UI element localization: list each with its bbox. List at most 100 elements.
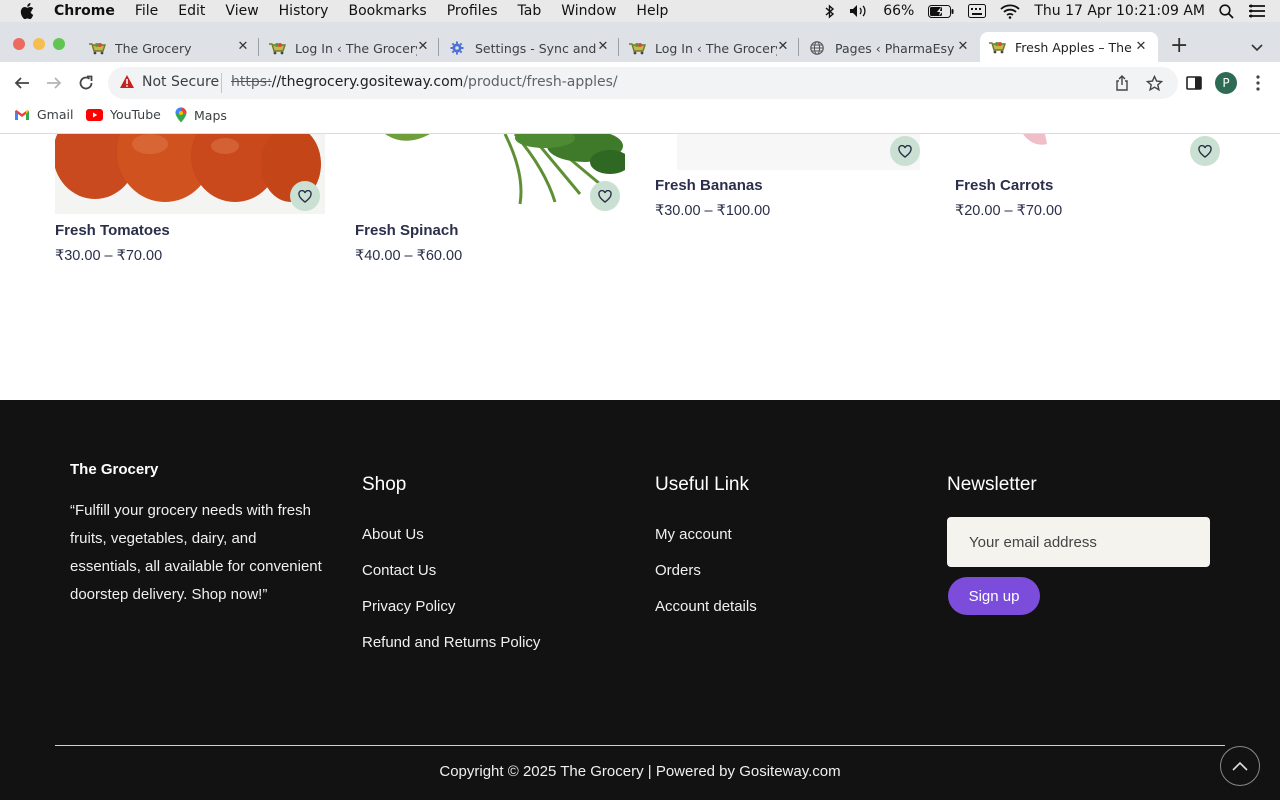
footer-divider (55, 745, 1225, 746)
menu-bar-status-area: 66% Thu 17 Apr 10:21:09 AM (825, 0, 1280, 22)
menu-view[interactable]: View (225, 3, 258, 19)
tab-search-chevron-down-icon[interactable] (1250, 38, 1264, 57)
bookmark-star-icon[interactable] (1144, 73, 1164, 93)
newsletter-signup-button[interactable]: Sign up (948, 577, 1040, 615)
footer-link-account-details[interactable]: Account details (655, 598, 757, 615)
profile-avatar[interactable]: P (1215, 72, 1237, 94)
side-panel-icon[interactable] (1184, 73, 1204, 93)
newsletter-email-input[interactable] (947, 517, 1210, 567)
close-tab-icon[interactable]: ✕ (1134, 40, 1148, 54)
footer-newsletter-heading: Newsletter (947, 474, 1037, 495)
scroll-to-top-button[interactable] (1220, 746, 1260, 786)
product-name[interactable]: Fresh Tomatoes (55, 222, 170, 239)
window-close-button[interactable] (13, 38, 25, 50)
footer-shop-heading: Shop (362, 474, 407, 495)
more-vertical-icon[interactable] (1248, 73, 1268, 93)
close-tab-icon[interactable]: ✕ (956, 40, 970, 54)
product-image-carrots[interactable] (955, 134, 1220, 170)
footer-link-privacy-policy[interactable]: Privacy Policy (362, 598, 455, 615)
not-secure-label[interactable]: Not Secure (142, 74, 219, 90)
menu-profiles[interactable]: Profiles (447, 3, 498, 19)
share-icon[interactable] (1112, 73, 1132, 93)
bookmark-gmail[interactable]: Gmail (14, 107, 73, 122)
footer-brand[interactable]: The Grocery (70, 461, 158, 478)
control-center-icon[interactable] (1248, 4, 1266, 18)
product-name[interactable]: Fresh Spinach (355, 222, 458, 239)
menu-file[interactable]: File (135, 3, 158, 19)
close-tab-icon[interactable]: ✕ (236, 40, 250, 54)
chevron-up-icon (1232, 761, 1248, 771)
footer-link-orders[interactable]: Orders (655, 562, 701, 579)
macos-menu-bar: Chrome File Edit View History Bookmarks … (0, 0, 1280, 22)
footer-link-contact-us[interactable]: Contact Us (362, 562, 436, 579)
menu-window[interactable]: Window (561, 3, 616, 19)
heart-icon (598, 189, 612, 203)
wifi-icon[interactable] (1000, 4, 1020, 19)
footer-link-about-us[interactable]: About Us (362, 526, 424, 543)
product-image-bananas[interactable] (677, 134, 920, 170)
footer-link-my-account[interactable]: My account (655, 526, 732, 543)
menu-bookmarks[interactable]: Bookmarks (348, 3, 426, 19)
site-footer: The Grocery “Fulfill your grocery needs … (0, 400, 1280, 800)
bookmark-youtube[interactable]: YouTube (86, 107, 161, 122)
wishlist-heart-button[interactable] (1190, 136, 1220, 166)
tab-login-grocery-2[interactable]: Log In ‹ The Grocery ✕ (620, 32, 800, 64)
warning-triangle-icon[interactable] (119, 74, 135, 93)
new-tab-plus-icon[interactable]: + (1170, 35, 1188, 57)
tab-separator (798, 38, 799, 56)
url-text[interactable]: https://thegrocery.gositeway.com/product… (231, 74, 618, 90)
menu-help[interactable]: Help (636, 3, 668, 19)
address-bar-divider (221, 73, 222, 93)
menu-tab[interactable]: Tab (518, 3, 542, 19)
tab-title: Fresh Apples – The G (1015, 39, 1133, 55)
product-price: ₹30.00 – ₹70.00 (55, 248, 163, 264)
tab-the-grocery[interactable]: The Grocery ✕ (80, 32, 260, 64)
grocery-cart-icon (628, 41, 646, 55)
volume-icon[interactable] (849, 4, 869, 18)
keyboard-input-icon[interactable] (968, 4, 987, 18)
product-image-spinach[interactable] (355, 134, 625, 214)
product-image-tomatoes[interactable] (55, 134, 325, 214)
tab-title: Log In ‹ The Grocery (655, 40, 777, 56)
tab-title: The Grocery (115, 40, 192, 56)
close-tab-icon[interactable]: ✕ (776, 40, 790, 54)
tab-settings-sync[interactable]: Settings - Sync and ✕ (440, 32, 620, 64)
grocery-cart-icon (268, 41, 286, 55)
tab-fresh-apples-active[interactable]: Fresh Apples – The G ✕ (980, 32, 1158, 62)
window-zoom-button[interactable] (53, 38, 65, 50)
back-arrow-icon[interactable] (12, 73, 32, 93)
bookmark-maps[interactable]: Maps (175, 107, 227, 123)
footer-link-refund-policy[interactable]: Refund and Returns Policy (362, 634, 540, 651)
apple-menu-icon[interactable] (20, 3, 36, 19)
tab-title: Settings - Sync and (475, 40, 597, 56)
bookmarks-bar: Gmail YouTube Maps (0, 104, 1280, 134)
bluetooth-icon[interactable] (825, 3, 835, 19)
tab-title: Pages ‹ PharmaEsy (835, 40, 955, 56)
bookmark-label: Gmail (37, 107, 74, 122)
menu-app-name[interactable]: Chrome (54, 3, 115, 19)
battery-icon[interactable] (928, 4, 954, 18)
gmail-icon (14, 109, 30, 121)
grocery-cart-icon (988, 40, 1006, 54)
close-tab-icon[interactable]: ✕ (416, 40, 430, 54)
menu-edit[interactable]: Edit (178, 3, 205, 19)
menu-history[interactable]: History (279, 3, 329, 19)
product-name[interactable]: Fresh Carrots (955, 177, 1053, 194)
product-price: ₹40.00 – ₹60.00 (355, 248, 463, 264)
close-tab-icon[interactable]: ✕ (596, 40, 610, 54)
menu-clock[interactable]: Thu 17 Apr 10:21:09 AM (1034, 3, 1205, 19)
forward-arrow-icon[interactable] (44, 73, 64, 93)
tab-login-grocery[interactable]: Log In ‹ The Grocery ✕ (260, 32, 440, 64)
tab-title: Log In ‹ The Grocery (295, 40, 417, 56)
heart-icon (1198, 144, 1212, 158)
wishlist-heart-button[interactable] (890, 136, 920, 166)
product-price: ₹30.00 – ₹100.00 (655, 203, 771, 219)
footer-copyright: Copyright © 2025 The Grocery | Powered b… (439, 763, 841, 780)
wishlist-heart-button[interactable] (590, 181, 620, 211)
spotlight-search-icon[interactable] (1219, 3, 1234, 19)
tab-pages-pharmaesy[interactable]: Pages ‹ PharmaEsy ✕ (800, 32, 980, 64)
product-name[interactable]: Fresh Bananas (655, 177, 763, 194)
window-minimize-button[interactable] (33, 38, 45, 50)
wishlist-heart-button[interactable] (290, 181, 320, 211)
reload-icon[interactable] (76, 73, 96, 93)
